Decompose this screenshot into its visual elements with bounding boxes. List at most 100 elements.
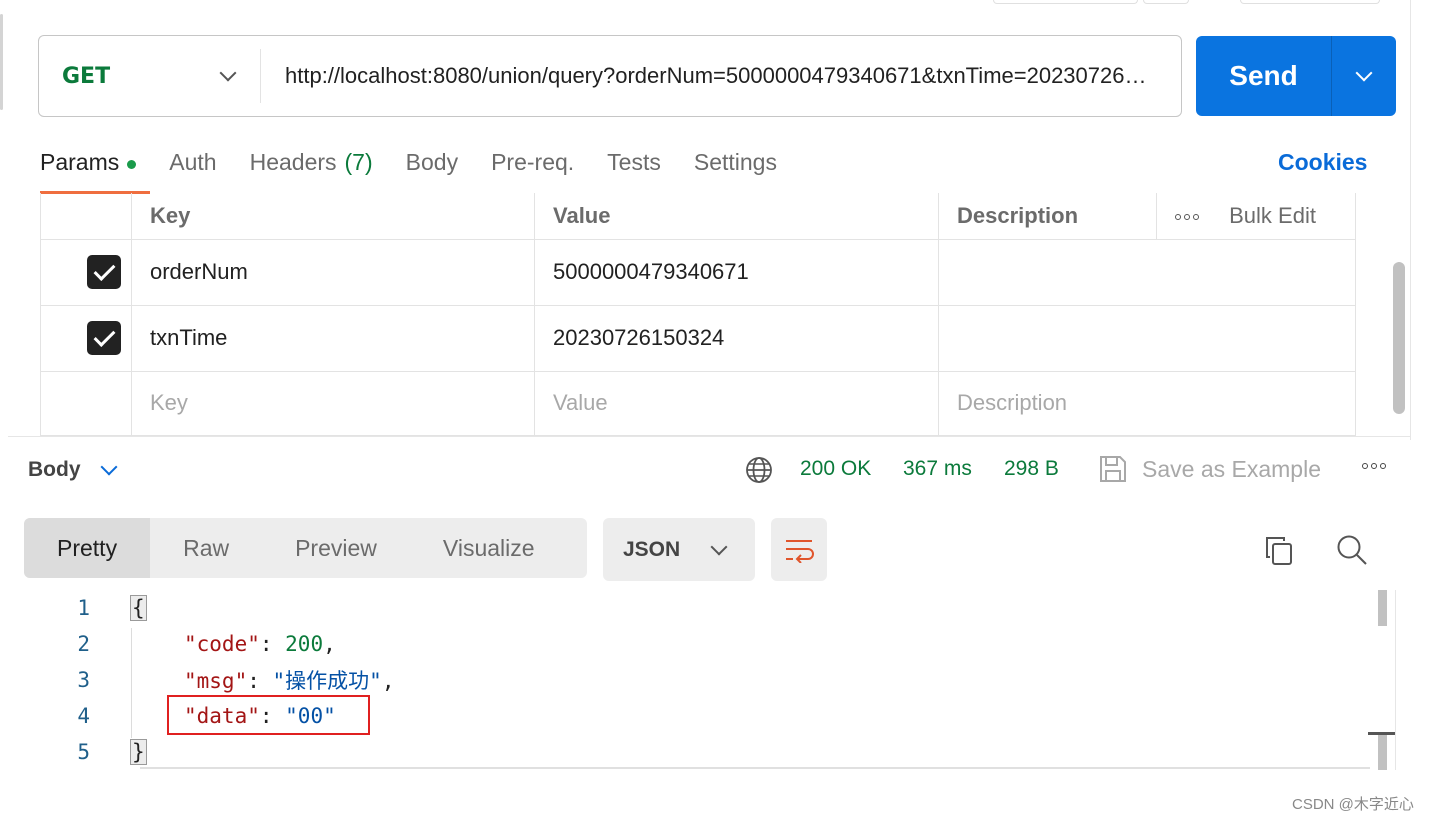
json-string: "操作成功" bbox=[272, 669, 382, 693]
save-icon bbox=[1100, 456, 1126, 482]
row-checkbox-cell bbox=[40, 304, 132, 372]
more-options-icon[interactable] bbox=[1175, 213, 1199, 220]
table-row: orderNum 5000000479340671 bbox=[40, 238, 1356, 306]
code-line: 2 "code": 200, bbox=[30, 626, 1370, 662]
globe-icon[interactable] bbox=[745, 456, 773, 484]
close-brace: } bbox=[130, 739, 147, 765]
tab-label: Auth bbox=[169, 149, 217, 175]
top-toolbar-button[interactable] bbox=[1240, 0, 1380, 4]
json-key: "msg" bbox=[184, 669, 248, 693]
new-key-input[interactable]: Key bbox=[131, 370, 535, 436]
tab-body[interactable]: Body bbox=[406, 145, 458, 193]
chevron-down-icon bbox=[100, 458, 117, 476]
params-table: Key Value Description Bulk Edit orderNum… bbox=[40, 193, 1356, 436]
tab-label: Settings bbox=[693, 149, 777, 175]
highlight-annotation-box bbox=[167, 695, 370, 735]
code-scrollbar-thumb[interactable] bbox=[1378, 734, 1387, 770]
json-number: 200 bbox=[285, 632, 324, 656]
tab-label: Tests bbox=[607, 149, 661, 175]
save-as-example-button[interactable]: Save as Example bbox=[1098, 454, 1321, 484]
params-active-dot bbox=[127, 160, 137, 169]
headers-count: (7) bbox=[344, 149, 373, 175]
row-checkbox[interactable] bbox=[87, 255, 121, 289]
copy-icon[interactable] bbox=[1264, 535, 1294, 567]
new-description-input[interactable]: Description bbox=[938, 370, 1356, 436]
cookies-link[interactable]: Cookies bbox=[1278, 149, 1367, 176]
code-line: 3 "msg": "操作成功", bbox=[30, 662, 1370, 698]
tab-tests[interactable]: Tests bbox=[607, 145, 661, 193]
row-checkbox[interactable] bbox=[87, 321, 121, 355]
param-value-cell[interactable]: 20230726150324 bbox=[534, 304, 939, 372]
code-text: } bbox=[130, 739, 147, 765]
wrap-lines-button[interactable] bbox=[771, 518, 827, 581]
param-value-cell[interactable]: 5000000479340671 bbox=[534, 238, 939, 306]
left-resize-handle[interactable] bbox=[0, 14, 3, 110]
bulk-edit-button[interactable]: Bulk Edit bbox=[1229, 203, 1316, 228]
response-body-toggle[interactable]: Body bbox=[28, 458, 117, 482]
tab-params[interactable]: Params bbox=[40, 145, 151, 194]
response-time[interactable]: 367 ms bbox=[903, 457, 972, 481]
view-tab-visualize[interactable]: Visualize bbox=[410, 518, 568, 578]
code-scroll-track bbox=[1395, 590, 1396, 770]
panel-divider[interactable] bbox=[8, 436, 1410, 437]
response-section-label: Body bbox=[28, 458, 81, 481]
code-scrollbar-thumb[interactable] bbox=[1378, 590, 1387, 626]
column-header-value: Value bbox=[534, 193, 939, 240]
tab-label: Params bbox=[40, 149, 120, 175]
tab-label: Pre-req. bbox=[491, 149, 575, 175]
view-tab-raw[interactable]: Raw bbox=[150, 518, 262, 578]
status-code[interactable]: 200 OK bbox=[800, 457, 871, 481]
param-description-cell[interactable] bbox=[938, 238, 1356, 306]
url-input[interactable]: http://localhost:8080/union/query?orderN… bbox=[261, 63, 1151, 89]
code-text: "code": 200, bbox=[184, 632, 336, 656]
tab-headers[interactable]: Headers (7) bbox=[250, 145, 373, 193]
row-checkbox-cell bbox=[40, 238, 132, 306]
code-line: 1 { bbox=[30, 590, 1370, 626]
row-checkbox-cell bbox=[40, 370, 132, 436]
save-as-example-label: Save as Example bbox=[1142, 455, 1321, 482]
more-options-icon[interactable] bbox=[1362, 463, 1386, 469]
send-button[interactable]: Send bbox=[1196, 36, 1331, 116]
tab-auth[interactable]: Auth bbox=[169, 145, 216, 193]
open-brace: { bbox=[130, 595, 147, 621]
chevron-down-icon bbox=[710, 538, 728, 555]
bulk-edit-cell: Bulk Edit bbox=[1156, 193, 1356, 240]
table-row-new: Key Value Description bbox=[40, 370, 1356, 436]
param-description-cell[interactable] bbox=[938, 304, 1356, 372]
tab-pre-request[interactable]: Pre-req. bbox=[491, 145, 574, 193]
send-options-button[interactable] bbox=[1331, 36, 1396, 116]
param-key-cell[interactable]: orderNum bbox=[131, 238, 535, 306]
code-scroll-marker bbox=[1368, 732, 1395, 735]
chevron-down-icon bbox=[219, 64, 237, 82]
table-row: txnTime 20230726150324 bbox=[40, 304, 1356, 372]
response-size[interactable]: 298 B bbox=[1004, 457, 1059, 481]
view-tab-preview[interactable]: Preview bbox=[262, 518, 410, 578]
request-url-bar: GET http://localhost:8080/union/query?or… bbox=[38, 35, 1182, 117]
response-code-viewer[interactable]: 1 { 2 "code": 200, 3 "msg": "操作成功", 4 "d… bbox=[30, 590, 1370, 770]
column-header-description: Description bbox=[938, 193, 1157, 240]
line-number: 3 bbox=[77, 668, 90, 692]
method-select[interactable]: GET bbox=[39, 49, 261, 103]
column-header-key: Key bbox=[131, 193, 535, 240]
line-number: 1 bbox=[77, 596, 90, 620]
search-icon[interactable] bbox=[1336, 534, 1368, 566]
watermark: CSDN @木字近心 bbox=[1292, 796, 1414, 813]
tab-settings[interactable]: Settings bbox=[694, 145, 777, 193]
param-key-cell[interactable]: txnTime bbox=[131, 304, 535, 372]
format-select[interactable]: JSON bbox=[603, 518, 755, 581]
new-value-input[interactable]: Value bbox=[534, 370, 939, 436]
line-number: 4 bbox=[77, 704, 90, 728]
right-divider bbox=[1410, 0, 1411, 440]
top-toolbar-button[interactable] bbox=[1143, 0, 1189, 4]
line-number: 5 bbox=[77, 740, 90, 764]
method-label: GET bbox=[62, 63, 111, 89]
json-key: "code" bbox=[184, 632, 260, 656]
chevron-down-icon bbox=[1355, 64, 1373, 82]
request-tabs: Params Auth Headers (7) Body Pre-req. Te… bbox=[40, 145, 810, 194]
view-tab-pretty[interactable]: Pretty bbox=[24, 518, 151, 578]
tab-label: Headers bbox=[249, 149, 337, 175]
params-scrollbar[interactable] bbox=[1393, 262, 1405, 414]
format-label: JSON bbox=[623, 537, 681, 561]
header-checkbox-col bbox=[40, 193, 132, 240]
top-toolbar-button[interactable] bbox=[993, 0, 1138, 4]
